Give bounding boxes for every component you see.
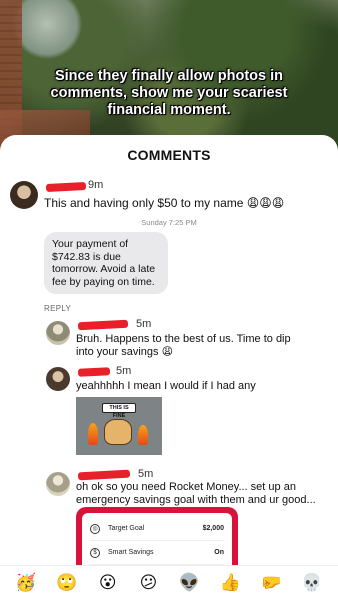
- comment-time: 5m: [138, 468, 154, 480]
- message-bubble: Your payment of $742.83 is due tomorrow.…: [44, 232, 168, 294]
- row-label: Target Goal: [108, 525, 145, 532]
- avatar[interactable]: [46, 472, 70, 496]
- party-emoji-button[interactable]: 🥳: [14, 573, 38, 593]
- fist-bump-emoji-button[interactable]: 🤛: [259, 573, 283, 593]
- skull-emoji-button[interactable]: 💀: [300, 573, 324, 593]
- comments-sheet: COMMENTS 9m This and having only $50 to …: [0, 135, 338, 600]
- post-caption: Since they finally allow photos in comme…: [50, 68, 288, 118]
- target-goal-row: ◎ Target Goal $2,000: [90, 517, 224, 541]
- sheet-title: COMMENTS: [127, 147, 211, 163]
- smart-savings-row: $ Smart Savings On: [90, 541, 224, 565]
- redacted-username[interactable]: [77, 367, 111, 377]
- comment-time: 9m: [88, 179, 104, 191]
- comment-text: This and having only $50 to my name 😩😩😩: [44, 196, 285, 210]
- avatar[interactable]: [46, 367, 70, 391]
- redacted-username[interactable]: [77, 469, 131, 481]
- dollar-icon: $: [90, 547, 100, 558]
- dog-figure: [104, 419, 132, 445]
- comment-text: Bruh. Happens to the best of us. Time to…: [76, 333, 291, 358]
- sky-patch: [12, 0, 82, 60]
- redacted-username[interactable]: [77, 319, 129, 331]
- meme-caption: THIS IS FINE: [102, 403, 136, 419]
- confused-emoji-button[interactable]: 😕: [137, 573, 161, 593]
- redacted-username[interactable]: [45, 181, 87, 193]
- comment-text: oh ok so you need Rocket Money... set up…: [76, 481, 316, 506]
- comment-time: 5m: [136, 318, 152, 330]
- avatar[interactable]: [10, 181, 38, 209]
- target-icon: ◎: [90, 523, 100, 534]
- comment-time: 5m: [116, 365, 132, 377]
- this-is-fine-meme-image[interactable]: THIS IS FINE: [76, 397, 162, 455]
- comment-text: yeahhhhh I mean I would if I had any: [76, 380, 256, 392]
- message-date: Sunday 7:25 PM: [141, 218, 197, 227]
- emoji-reaction-bar: 🥳 🙄 😮 😕 👽 👍 🤛 💀: [0, 565, 338, 600]
- row-label: Smart Savings: [108, 549, 154, 556]
- row-value: On: [214, 549, 224, 556]
- eye-roll-emoji-button[interactable]: 🙄: [55, 573, 79, 593]
- fire-icon: [138, 425, 148, 445]
- alien-emoji-button[interactable]: 👽: [177, 573, 201, 593]
- row-value: $2,000: [202, 525, 224, 532]
- surprised-emoji-button[interactable]: 😮: [96, 573, 120, 593]
- fire-icon: [88, 423, 98, 445]
- reply-button[interactable]: REPLY: [44, 304, 71, 313]
- avatar[interactable]: [46, 321, 70, 345]
- thumbs-up-emoji-button[interactable]: 👍: [218, 573, 242, 593]
